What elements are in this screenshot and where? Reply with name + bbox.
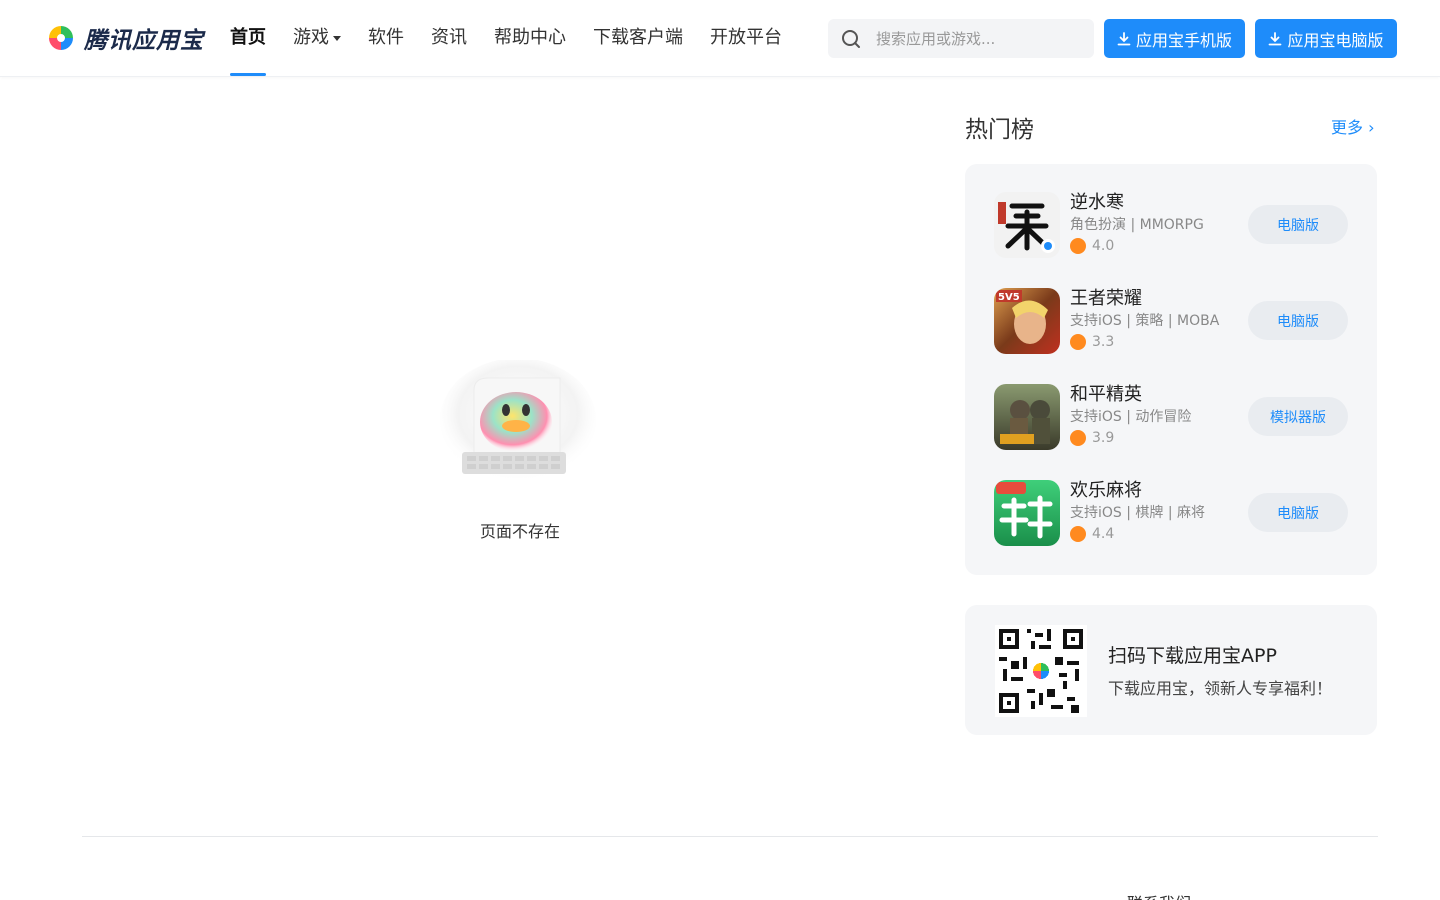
- svg-text:5V5: 5V5: [998, 292, 1020, 303]
- rating-value: 4.0: [1092, 238, 1115, 254]
- app-pc-button[interactable]: 电脑版: [1248, 493, 1348, 532]
- nav-label: 游戏: [293, 27, 329, 48]
- top-header: 腾讯应用宝 首页 游戏 软件 资讯 帮助中心 下载客户端 开放平台 应用宝手机版…: [0, 0, 1440, 77]
- wangzhe-app-icon[interactable]: 5V5: [994, 288, 1060, 354]
- list-item[interactable]: 和平精英 支持iOS | 动作冒险 3.9 模拟器版: [994, 384, 1354, 454]
- rating-star-icon: [1070, 238, 1086, 254]
- search-input[interactable]: [876, 29, 1076, 48]
- majiang-app-icon[interactable]: [994, 480, 1060, 546]
- rating-star-icon: [1070, 430, 1086, 446]
- list-item[interactable]: 逆水寒 角色扮演 | MMORPG 4.0 电脑版: [994, 192, 1354, 262]
- nishuihan-app-icon[interactable]: [994, 192, 1060, 258]
- app-rating: 3.9: [1070, 430, 1114, 446]
- nav-item-help[interactable]: 帮助中心: [494, 0, 566, 77]
- caret-down-icon: [333, 35, 341, 41]
- qr-code-icon: [995, 625, 1087, 717]
- app-name[interactable]: 王者荣耀: [1070, 284, 1142, 310]
- app-pc-button[interactable]: 电脑版: [1248, 205, 1348, 244]
- download-mobile-label: 应用宝手机版: [1135, 30, 1232, 50]
- nav-item-games[interactable]: 游戏: [293, 0, 341, 77]
- brand-name: 腾讯应用宝: [84, 28, 204, 54]
- rating-star-icon: [1070, 334, 1086, 350]
- search-icon[interactable]: [840, 28, 862, 50]
- nav-label: 下载客户端: [593, 27, 683, 48]
- footer-contact-link[interactable]: 联系我们: [1127, 890, 1191, 900]
- rating-star-icon: [1070, 526, 1086, 542]
- footer-divider: [82, 836, 1378, 837]
- app-name[interactable]: 欢乐麻将: [1070, 476, 1142, 502]
- nav-label: 首页: [230, 27, 266, 48]
- nav-item-home[interactable]: 首页: [230, 0, 266, 77]
- qr-title: 扫码下载应用宝APP: [1108, 645, 1277, 667]
- nav-label: 开放平台: [710, 27, 782, 48]
- nav-item-download-client[interactable]: 下载客户端: [593, 0, 683, 77]
- nav-item-software[interactable]: 软件: [368, 0, 404, 77]
- app-emulator-button[interactable]: 模拟器版: [1248, 397, 1348, 436]
- heping-app-icon[interactable]: [994, 384, 1060, 450]
- app-name[interactable]: 和平精英: [1070, 380, 1142, 406]
- nav-label: 帮助中心: [494, 27, 566, 48]
- rating-value: 3.3: [1092, 334, 1115, 350]
- app-rating: 4.0: [1070, 238, 1114, 254]
- download-pc-label: 应用宝电脑版: [1287, 30, 1384, 50]
- hot-more-link[interactable]: 更多 ›: [1331, 114, 1375, 138]
- qr-download-card: 扫码下载应用宝APP 下载应用宝，领新人专享福利！: [965, 605, 1377, 735]
- app-meta: 角色扮演 | MMORPG: [1070, 217, 1204, 233]
- qr-subtitle: 下载应用宝，领新人专享福利！: [1108, 679, 1333, 698]
- penguin-mascot-icon: [440, 358, 596, 482]
- nav-label: 资讯: [431, 27, 467, 48]
- download-icon: [1269, 31, 1282, 45]
- hot-list-card: 逆水寒 角色扮演 | MMORPG 4.0 电脑版 5V5 王者荣耀 支持iOS…: [965, 164, 1377, 575]
- nav-item-news[interactable]: 资讯: [431, 0, 467, 77]
- download-icon: [1117, 31, 1131, 45]
- not-found-message: 页面不存在: [479, 522, 560, 541]
- search-box[interactable]: [828, 19, 1094, 58]
- download-mobile-button[interactable]: 应用宝手机版: [1104, 19, 1245, 58]
- brand-logo[interactable]: 腾讯应用宝: [46, 22, 204, 54]
- app-meta: 支持iOS | 动作冒险: [1070, 409, 1192, 425]
- hot-list-title: 热门榜: [965, 117, 1034, 143]
- download-pc-button[interactable]: 应用宝电脑版: [1255, 19, 1397, 58]
- app-rating: 3.3: [1070, 334, 1114, 350]
- main-nav: 首页 游戏 软件 资讯 帮助中心 下载客户端 开放平台: [230, 0, 809, 77]
- more-label: 更多: [1331, 118, 1364, 137]
- app-meta: 支持iOS | 策略 | MOBA: [1070, 313, 1220, 329]
- chevron-right-icon: ›: [1363, 118, 1375, 137]
- app-meta: 支持iOS | 棋牌 | 麻将: [1070, 505, 1206, 521]
- app-pc-button[interactable]: 电脑版: [1248, 301, 1348, 340]
- nav-item-open-platform[interactable]: 开放平台: [710, 0, 782, 77]
- list-item[interactable]: 欢乐麻将 支持iOS | 棋牌 | 麻将 4.4 电脑版: [994, 480, 1354, 550]
- app-rating: 4.4: [1070, 526, 1114, 542]
- not-found-illustration: [440, 358, 600, 494]
- app-name[interactable]: 逆水寒: [1070, 188, 1124, 214]
- yingyongbao-logo-icon: [49, 26, 73, 50]
- rating-value: 3.9: [1092, 430, 1115, 446]
- list-item[interactable]: 5V5 王者荣耀 支持iOS | 策略 | MOBA 3.3 电脑版: [994, 288, 1354, 358]
- rating-value: 4.4: [1092, 526, 1115, 542]
- nav-label: 软件: [368, 27, 404, 48]
